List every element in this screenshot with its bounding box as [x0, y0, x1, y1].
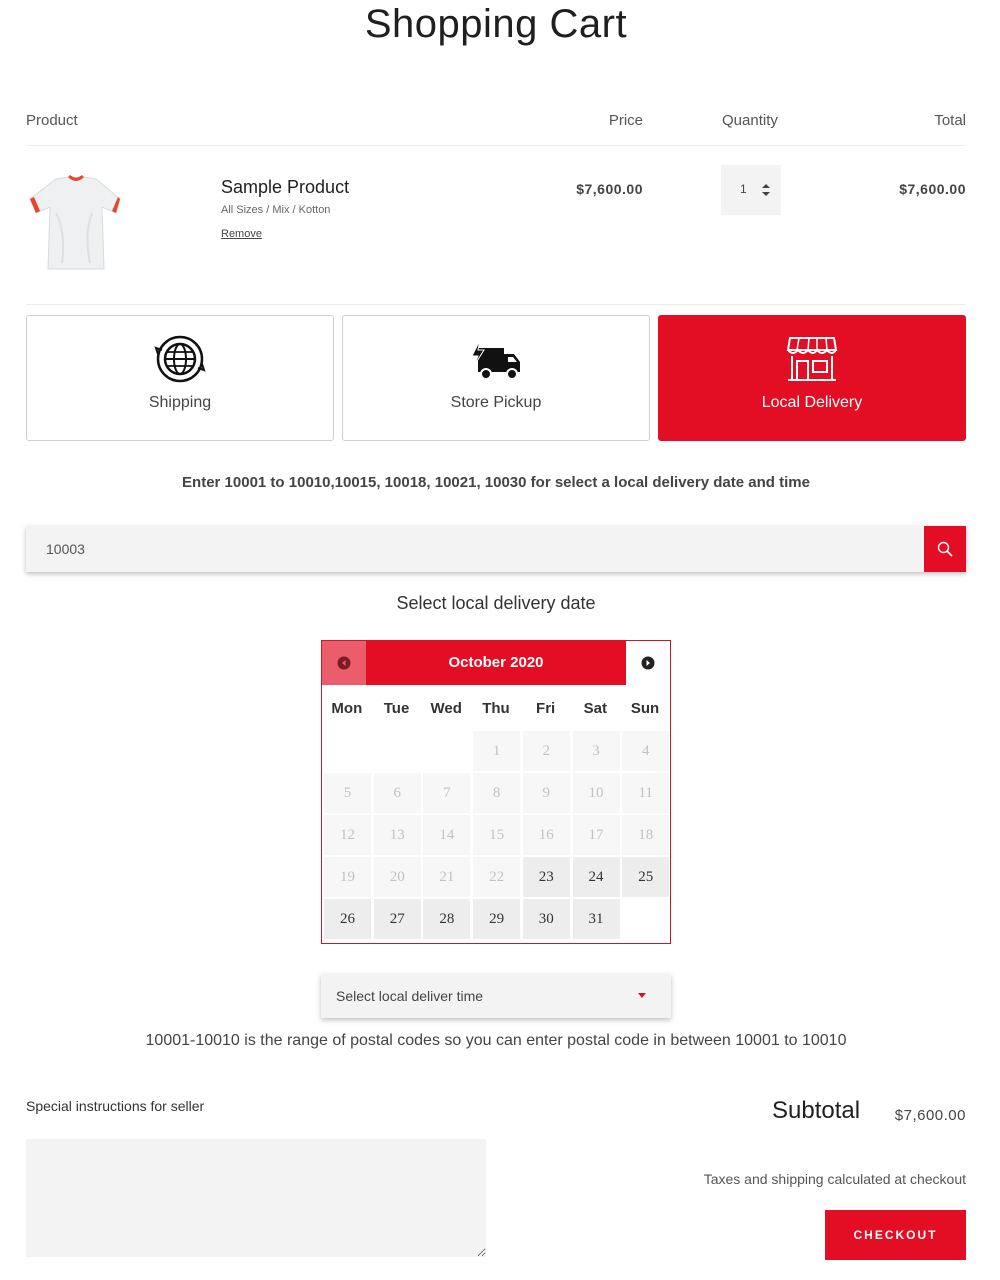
- calendar-next-button[interactable]: [626, 641, 670, 685]
- calendar-day: 10: [572, 773, 620, 813]
- calendar-day: 20: [373, 857, 421, 897]
- calendar-day: 6: [373, 773, 421, 813]
- header-quantity: Quantity: [722, 112, 778, 129]
- subtotal-value: $7,600.00: [894, 1107, 966, 1124]
- calendar-day: 14: [423, 815, 471, 855]
- delivery-hint: Enter 10001 to 10010,10015, 10018, 10021…: [182, 474, 810, 491]
- range-note: 10001-10010 is the range of postal codes…: [145, 1032, 847, 1049]
- calendar-day[interactable]: 27: [373, 899, 421, 939]
- calendar-day: 15: [473, 815, 521, 855]
- time-select-label: Select local deliver time: [336, 988, 484, 1004]
- tshirt-image[interactable]: [26, 173, 126, 273]
- cart-item-row: Sample Product All Sizes / Mix / Kotton …: [26, 147, 966, 305]
- instructions-field[interactable]: [26, 1139, 486, 1257]
- delivery-calendar: October 2020 Mon Tue Wed Thu Fri Sat Sun…: [321, 640, 671, 944]
- calendar-day: 8: [473, 773, 521, 813]
- subtotal-label: Subtotal: [772, 1097, 861, 1124]
- instructions-label: Special instructions for seller: [26, 1098, 205, 1114]
- calendar-day: 18: [622, 815, 670, 855]
- method-local-delivery[interactable]: Local Delivery: [658, 315, 966, 441]
- calendar-day[interactable]: 24: [572, 857, 620, 897]
- taxes-note: Taxes and shipping calculated at checkou…: [703, 1171, 966, 1187]
- zip-search-button[interactable]: [924, 526, 966, 572]
- date-heading: Select local delivery date: [396, 593, 596, 613]
- quantity-value: 1: [740, 182, 747, 196]
- calendar-day: 19: [324, 857, 371, 897]
- product-variant: All Sizes / Mix / Kotton: [221, 204, 331, 216]
- calendar-day: 16: [522, 815, 570, 855]
- storefront-icon: [786, 337, 838, 381]
- zip-input[interactable]: [26, 526, 924, 572]
- item-total: $7,600.00: [899, 181, 966, 197]
- page-title: Shopping Cart: [364, 2, 628, 46]
- calendar-day: 17: [572, 815, 620, 855]
- weekday-label: Wed: [430, 700, 462, 717]
- zip-search: [26, 526, 966, 572]
- quantity-stepper[interactable]: 1: [721, 165, 781, 215]
- calendar-day[interactable]: 28: [423, 899, 471, 939]
- calendar-day: 9: [522, 773, 570, 813]
- calendar-day: 11: [622, 773, 670, 813]
- calendar-day[interactable]: 30: [522, 899, 570, 939]
- header-product: Product: [26, 112, 78, 129]
- calendar-day: 21: [423, 857, 471, 897]
- calendar-day: 4: [622, 731, 670, 771]
- calendar-day: 12: [324, 815, 371, 855]
- caret-down-icon: [638, 993, 646, 998]
- truck-icon: [471, 339, 520, 380]
- remove-link[interactable]: Remove: [221, 228, 262, 240]
- calendar-weekdays: Mon Tue Wed Thu Fri Sat Sun: [322, 685, 670, 729]
- weekday-label: Mon: [331, 700, 363, 717]
- method-shipping[interactable]: Shipping: [26, 315, 334, 441]
- item-price: $7,600.00: [576, 181, 643, 197]
- calendar-day: 3: [572, 731, 620, 771]
- calendar-month: October 2020: [448, 654, 544, 671]
- calendar-day[interactable]: 23: [522, 857, 570, 897]
- weekday-label: Sat: [583, 700, 608, 717]
- chevron-right-icon: [641, 656, 655, 670]
- calendar-day[interactable]: 26: [324, 899, 371, 939]
- calendar-day: 2: [522, 731, 570, 771]
- checkout-button[interactable]: CHECKOUT: [825, 1210, 966, 1260]
- calendar-day: 5: [324, 773, 371, 813]
- weekday-label: Fri: [536, 700, 556, 717]
- header-total: Total: [934, 112, 966, 129]
- method-label: Local Delivery: [761, 394, 863, 411]
- method-label: Shipping: [148, 394, 212, 411]
- calendar-day: 1: [473, 731, 521, 771]
- cart-table-header: Product Price Quantity Total: [26, 112, 966, 146]
- calendar-day[interactable]: 31: [572, 899, 620, 939]
- method-label: Store Pickup: [450, 394, 542, 411]
- method-store-pickup[interactable]: Store Pickup: [342, 315, 650, 441]
- globe-icon: [154, 335, 206, 383]
- calendar-day[interactable]: 25: [622, 857, 670, 897]
- calendar-header: October 2020: [322, 641, 670, 685]
- search-icon: [937, 541, 953, 557]
- weekday-label: Thu: [482, 700, 510, 717]
- stepper-arrows-icon[interactable]: [761, 182, 771, 198]
- weekday-label: Sun: [630, 700, 660, 717]
- header-price: Price: [608, 112, 643, 129]
- calendar-day: 22: [473, 857, 521, 897]
- calendar-day: 13: [373, 815, 421, 855]
- product-name[interactable]: Sample Product: [221, 177, 349, 198]
- time-select[interactable]: Select local deliver time: [321, 974, 671, 1018]
- weekday-label: Tue: [383, 700, 410, 717]
- calendar-day[interactable]: 29: [473, 899, 521, 939]
- calendar-day: 7: [423, 773, 471, 813]
